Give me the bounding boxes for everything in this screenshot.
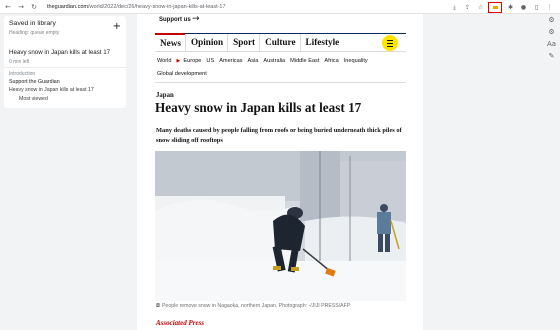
arrow-right-icon: → bbox=[192, 14, 200, 24]
intro-label: Introduction bbox=[9, 71, 36, 77]
subnav-europe[interactable]: Europe bbox=[183, 58, 201, 64]
subnav-middle-east[interactable]: Middle East bbox=[290, 58, 319, 64]
nav-sport[interactable]: Sport bbox=[227, 34, 259, 52]
current-section-marker-icon: ▶ bbox=[176, 57, 181, 64]
download-icon[interactable]: ⤓ bbox=[450, 3, 459, 12]
reader-tools: ⚙ ⚙ Aa ✎ bbox=[543, 14, 560, 74]
subnav: World ▶ Europe US Americas Asia Australi… bbox=[157, 56, 373, 65]
browser-toolbar: ← → ↻ theguardian.com/world/2022/dec/26/… bbox=[0, 0, 560, 14]
subnav-africa[interactable]: Africa bbox=[324, 58, 338, 64]
more-menu-icon[interactable]: ⋮ bbox=[545, 3, 554, 12]
address-bar[interactable]: theguardian.com/world/2022/dec/26/heavy-… bbox=[47, 4, 226, 10]
outline-most-viewed[interactable]: Most viewed bbox=[19, 96, 48, 102]
support-link[interactable]: Support us bbox=[159, 17, 191, 23]
subnav-world[interactable]: World bbox=[157, 58, 172, 64]
snow-scene-illustration bbox=[155, 151, 406, 301]
font-size-icon[interactable]: Aa bbox=[543, 38, 560, 50]
outline-item[interactable]: Heavy snow in Japan kills at least 17 bbox=[9, 87, 94, 93]
nav-lifestyle[interactable]: Lifestyle bbox=[299, 34, 344, 52]
share-icon[interactable]: ⇪ bbox=[463, 3, 472, 12]
highlighter-pen-icon[interactable]: ✎ bbox=[543, 50, 560, 62]
panel-divider bbox=[4, 67, 126, 68]
panel-title: Saved in library bbox=[9, 20, 56, 27]
hamburger-menu-icon[interactable] bbox=[382, 35, 398, 51]
pillar-nav: News Opinion Sport Culture Lifestyle bbox=[155, 33, 406, 52]
photo-caption: ◘ People remove snow in Nagaoka, northern… bbox=[156, 303, 350, 309]
url-path: /world/2022/dec/26/heavy-snow-in-japan-k… bbox=[87, 3, 226, 10]
article-byline[interactable]: Associated Press bbox=[156, 319, 204, 327]
bookmark-star-icon[interactable]: ☆ bbox=[476, 3, 485, 12]
toolbar-actions: ⤓ ⇪ ☆ ✱ ● ▯ ⋮ bbox=[446, 2, 554, 13]
caption-text: People remove snow in Nagaoka, northern … bbox=[161, 303, 351, 309]
subnav-australia[interactable]: Australia bbox=[263, 58, 285, 64]
article-page: Support us → News Opinion Sport Culture … bbox=[137, 14, 423, 330]
article-headline: Heavy snow in Japan kills at least 17 bbox=[155, 100, 362, 115]
nav-opinion[interactable]: Opinion bbox=[184, 34, 227, 52]
back-icon[interactable]: ← bbox=[3, 2, 13, 12]
subnav-americas[interactable]: Americas bbox=[219, 58, 242, 64]
saved-item-title[interactable]: Heavy snow in Japan kills at least 17 bbox=[9, 49, 110, 56]
subnav-us[interactable]: US bbox=[206, 58, 214, 64]
nav-culture[interactable]: Culture bbox=[259, 34, 299, 52]
nav-news[interactable]: News bbox=[155, 33, 185, 51]
camera-icon: ◘ bbox=[156, 303, 160, 309]
subnav-asia[interactable]: Asia bbox=[248, 58, 259, 64]
subnav-inequality[interactable]: Inequality bbox=[344, 58, 368, 64]
subnav-global-development[interactable]: Global development bbox=[157, 71, 207, 77]
saved-item-meta: 0 min left bbox=[9, 59, 30, 65]
reload-icon[interactable]: ↻ bbox=[29, 2, 39, 12]
highlighted-extension-icon[interactable] bbox=[488, 2, 502, 13]
article-kicker[interactable]: Japan bbox=[156, 92, 174, 99]
article-standfirst: Many deaths caused by people falling fro… bbox=[156, 127, 402, 144]
subnav-divider bbox=[155, 82, 406, 83]
add-button[interactable]: + bbox=[113, 22, 121, 32]
outline-heading[interactable]: Support the Guardian bbox=[9, 79, 60, 85]
tune-icon[interactable]: ⚙ bbox=[543, 26, 560, 38]
profile-icon[interactable]: ● bbox=[519, 3, 528, 12]
article-photo bbox=[155, 151, 406, 301]
forward-icon[interactable]: → bbox=[16, 2, 26, 12]
reading-list-panel: Saved in library Heading: queue empty + … bbox=[4, 16, 126, 108]
url-domain: theguardian.com bbox=[47, 3, 88, 10]
settings-gear-icon[interactable]: ⚙ bbox=[543, 14, 560, 26]
panel-subtitle: Heading: queue empty bbox=[9, 30, 60, 36]
side-panel-icon[interactable]: ▯ bbox=[532, 3, 541, 12]
extensions-puzzle-icon[interactable]: ✱ bbox=[506, 3, 515, 12]
